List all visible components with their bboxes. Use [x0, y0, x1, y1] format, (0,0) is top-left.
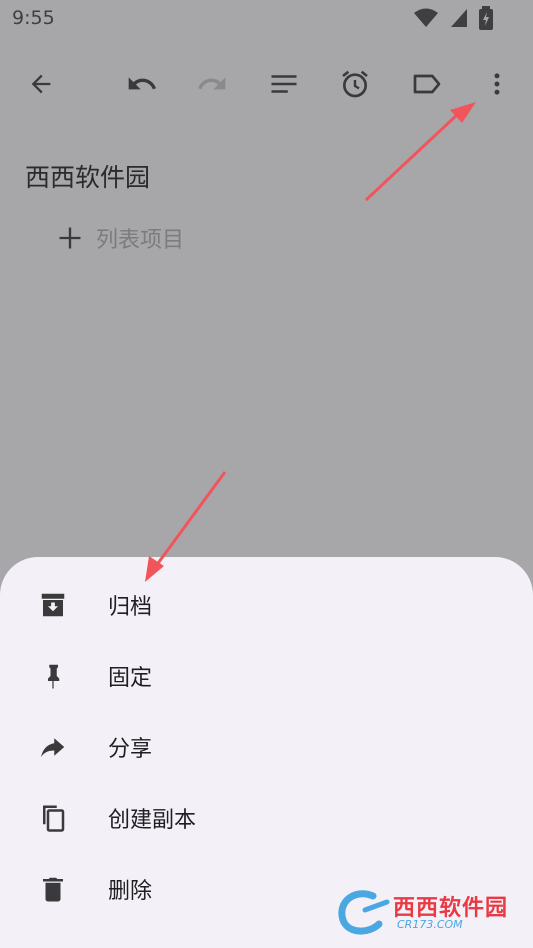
status-bar: 9:55 [0, 0, 533, 36]
redo-icon [198, 77, 226, 90]
menu-item-archive[interactable]: 归档 [0, 569, 533, 640]
menu-label-share: 分享 [108, 736, 153, 762]
undo-button[interactable] [120, 62, 164, 106]
pin-icon [38, 661, 68, 691]
plus-icon [59, 227, 81, 249]
arrow-to-more-button [364, 102, 476, 202]
menu-item-pin[interactable]: 固定 [0, 640, 533, 711]
label-icon [413, 74, 441, 94]
reminder-button[interactable] [333, 62, 377, 106]
label-button[interactable] [405, 62, 449, 106]
signal-icon [451, 9, 467, 27]
editor-toolbar [0, 52, 533, 116]
menu-label-pin: 固定 [108, 665, 153, 691]
status-time: 9:55 [12, 7, 55, 29]
add-list-item[interactable]: 列表项目 [56, 222, 184, 254]
wifi-icon [414, 8, 438, 27]
watermark-domain: CR173.COM [397, 918, 463, 931]
format-list-icon [271, 75, 297, 93]
more-vert-icon [494, 73, 500, 95]
watermark-logo: 西西软件园 CR173.COM [335, 888, 515, 938]
format-button[interactable] [262, 62, 306, 106]
share-icon [38, 732, 68, 762]
logo-mark-icon [338, 890, 390, 935]
battery-icon [479, 6, 493, 30]
status-icons [413, 6, 493, 30]
menu-label-delete: 删除 [108, 878, 153, 904]
redo-button[interactable] [190, 62, 234, 106]
alarm-icon [342, 70, 368, 98]
menu-label-archive: 归档 [108, 594, 153, 620]
archive-icon [38, 590, 68, 620]
menu-item-copy[interactable]: 创建副本 [0, 782, 533, 853]
menu-item-share[interactable]: 分享 [0, 711, 533, 782]
note-title[interactable]: 西西软件园 [25, 158, 150, 194]
add-item-label: 列表项目 [96, 228, 185, 253]
more-options-button[interactable] [475, 62, 519, 106]
back-button[interactable] [19, 62, 63, 106]
back-arrow-icon [31, 74, 51, 94]
undo-icon [128, 77, 156, 90]
copy-icon [38, 803, 68, 833]
menu-label-copy: 创建副本 [108, 807, 197, 833]
delete-icon [38, 874, 68, 904]
